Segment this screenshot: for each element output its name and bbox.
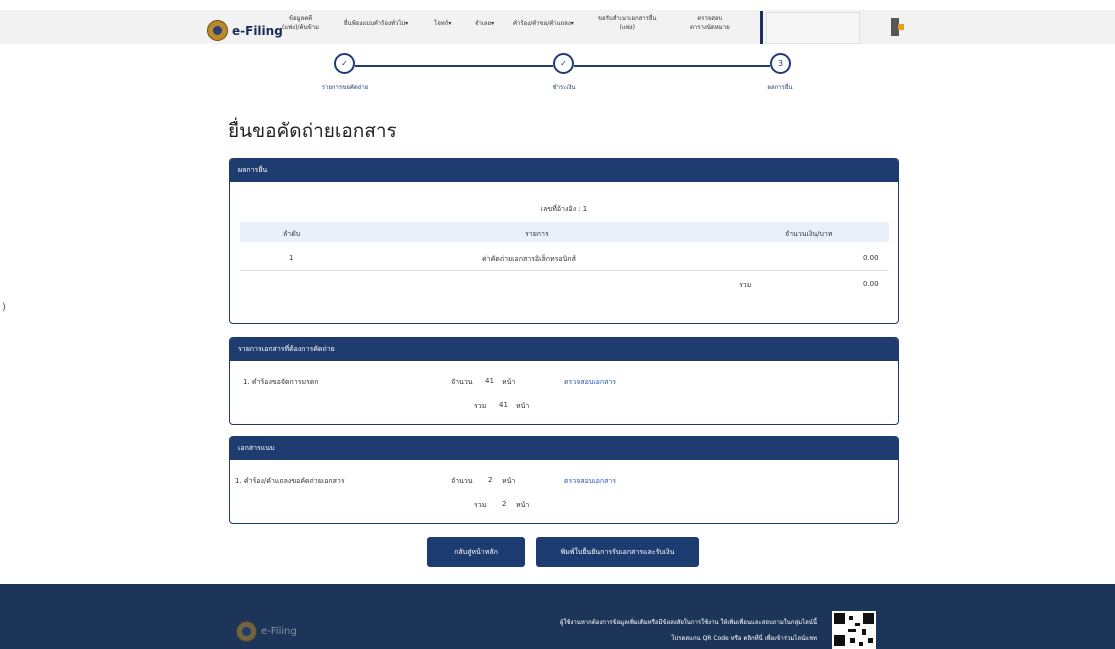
nav-schedule[interactable]: ตรวจสอบ ตารางนัดหมาย <box>690 14 730 32</box>
row-divider <box>240 270 889 271</box>
document-name: 1. คำร้อง/คำแถลงขอคัดถ่ายเอกสาร <box>235 477 345 485</box>
footer-logo: e-Filing <box>236 621 297 642</box>
reference-number: เลขที่อ้างอิง : 1 <box>540 205 588 213</box>
nav-plaintiff[interactable]: โจทก์▾ <box>434 19 451 28</box>
nav-divider <box>760 11 763 44</box>
nav-label: ขอรับสำเนาเอกสารยื่น <box>598 15 657 22</box>
count-label: จำนวน <box>451 477 473 485</box>
page-count: 2 <box>488 476 493 484</box>
progress-stepper: ✓ ✓ 3 รายการขอคัดถ่าย ชำระเงิน ผลการยื่น <box>0 48 1115 98</box>
nav-general-filing[interactable]: ยื่นฟ้องแบบคำร้องทั่วไป▾ <box>344 19 408 28</box>
row-number: 1 <box>289 254 294 262</box>
panel-title: ผลการยื่น <box>230 159 898 182</box>
user-box[interactable] <box>766 12 860 44</box>
nav-label: (แพ่ง)/ค้นข้าม <box>282 24 319 31</box>
sum-count: 2 <box>502 500 507 508</box>
nav-petitions[interactable]: คำร้อง/คำขอ/คำแถลง▾ <box>513 19 574 28</box>
step-connector <box>574 65 770 67</box>
column-header: รายการ <box>525 230 549 238</box>
step-2-label: ชำระเงิน <box>552 84 576 91</box>
step-3-label: ผลการยื่น <box>767 84 793 91</box>
court-seal-icon <box>236 621 257 642</box>
back-home-button[interactable]: กลับสู่หน้าหลัก <box>427 537 525 567</box>
nav-label: ตรวจสอบ <box>697 15 723 22</box>
page-unit: หน้า <box>502 378 516 386</box>
footer-help-text: ผู้ใช้งานหากต้องการข้อมูลเพิ่มเติมหรือมี… <box>559 619 817 626</box>
nav-case-info[interactable]: ข้อมูลคดี (แพ่ง)/ค้นข้าม <box>282 14 319 32</box>
result-panel: ผลการยื่น เลขที่อ้างอิง : 1 ลำดับ รายการ… <box>229 158 899 324</box>
sum-label: รวม <box>474 501 487 509</box>
court-seal-icon <box>207 20 228 41</box>
footer-logo-text: e-Filing <box>261 626 297 637</box>
nav-copy-request[interactable]: ขอรับสำเนาเอกสารยื่น (แพ่ง) <box>598 14 656 32</box>
documents-panel: รายการเอกสารที่ต้องการคัดถ่าย 1. คำร้องข… <box>229 337 899 425</box>
top-navbar: e-Filing ข้อมูลคดี (แพ่ง)/ค้นข้าม ยื่นฟ้… <box>0 10 1115 44</box>
count-label: จำนวน <box>451 378 473 386</box>
sum-unit: หน้า <box>516 501 530 509</box>
attachments-panel: เอกสารแนบ 1. คำร้อง/คำแถลงขอคัดถ่ายเอกสา… <box>229 436 899 524</box>
page-count: 41 <box>485 377 494 385</box>
nav-label: (แพ่ง) <box>619 24 635 31</box>
panel-title: เอกสารแนบ <box>230 437 898 460</box>
total-amount: 0.00 <box>863 280 879 288</box>
nav-label: ตารางนัดหมาย <box>690 24 730 31</box>
total-label: รวม <box>739 281 752 289</box>
panel-title: รายการเอกสารที่ต้องการคัดถ่าย <box>230 338 898 361</box>
check-document-link[interactable]: ตรวจสอบเอกสาร <box>564 377 616 388</box>
print-receipt-button[interactable]: พิมพ์ใบยื่นยันการรับเอกสารและรับเงิน <box>536 537 699 567</box>
page-title: ยื่นขอคัดถ่ายเอกสาร <box>228 120 397 142</box>
column-header: จำนวนเงิน/บาท <box>785 230 833 238</box>
page-unit: หน้า <box>502 477 516 485</box>
footer: e-Filing ผู้ใช้งานหากต้องการข้อมูลเพิ่มเ… <box>0 584 1115 649</box>
sum-label: รวม <box>474 402 487 410</box>
sum-count: 41 <box>499 401 508 409</box>
footer-line-link[interactable]: โปรดสแกน QR Code หรือ คลิกที่นี่ เพื่อเข… <box>671 633 817 643</box>
sum-unit: หน้า <box>516 402 530 410</box>
row-item: ค่าคัดถ่ายเอกสารอิเล็กทรอนิกส์ <box>482 255 576 263</box>
step-1-check-icon: ✓ <box>334 53 355 74</box>
logout-icon[interactable] <box>891 18 904 36</box>
logo-text: e-Filing <box>232 23 283 38</box>
nav-label: ข้อมูลคดี <box>288 15 313 22</box>
step-connector <box>355 65 553 67</box>
line-qr-code[interactable] <box>832 611 876 649</box>
column-header: ลำดับ <box>283 230 301 238</box>
nav-defendant[interactable]: จำเลย▾ <box>475 19 494 28</box>
check-document-link[interactable]: ตรวจสอบเอกสาร <box>564 476 616 487</box>
document-name: 1. คำร้องขอจัดการมรดก <box>243 378 319 386</box>
edge-fragment: ) <box>2 302 6 313</box>
step-3-number: 3 <box>770 53 791 74</box>
row-amount: 0.00 <box>863 254 879 262</box>
step-2-check-icon: ✓ <box>553 53 574 74</box>
step-1-label: รายการขอคัดถ่าย <box>321 84 369 91</box>
efiling-logo[interactable]: e-Filing <box>207 20 283 41</box>
